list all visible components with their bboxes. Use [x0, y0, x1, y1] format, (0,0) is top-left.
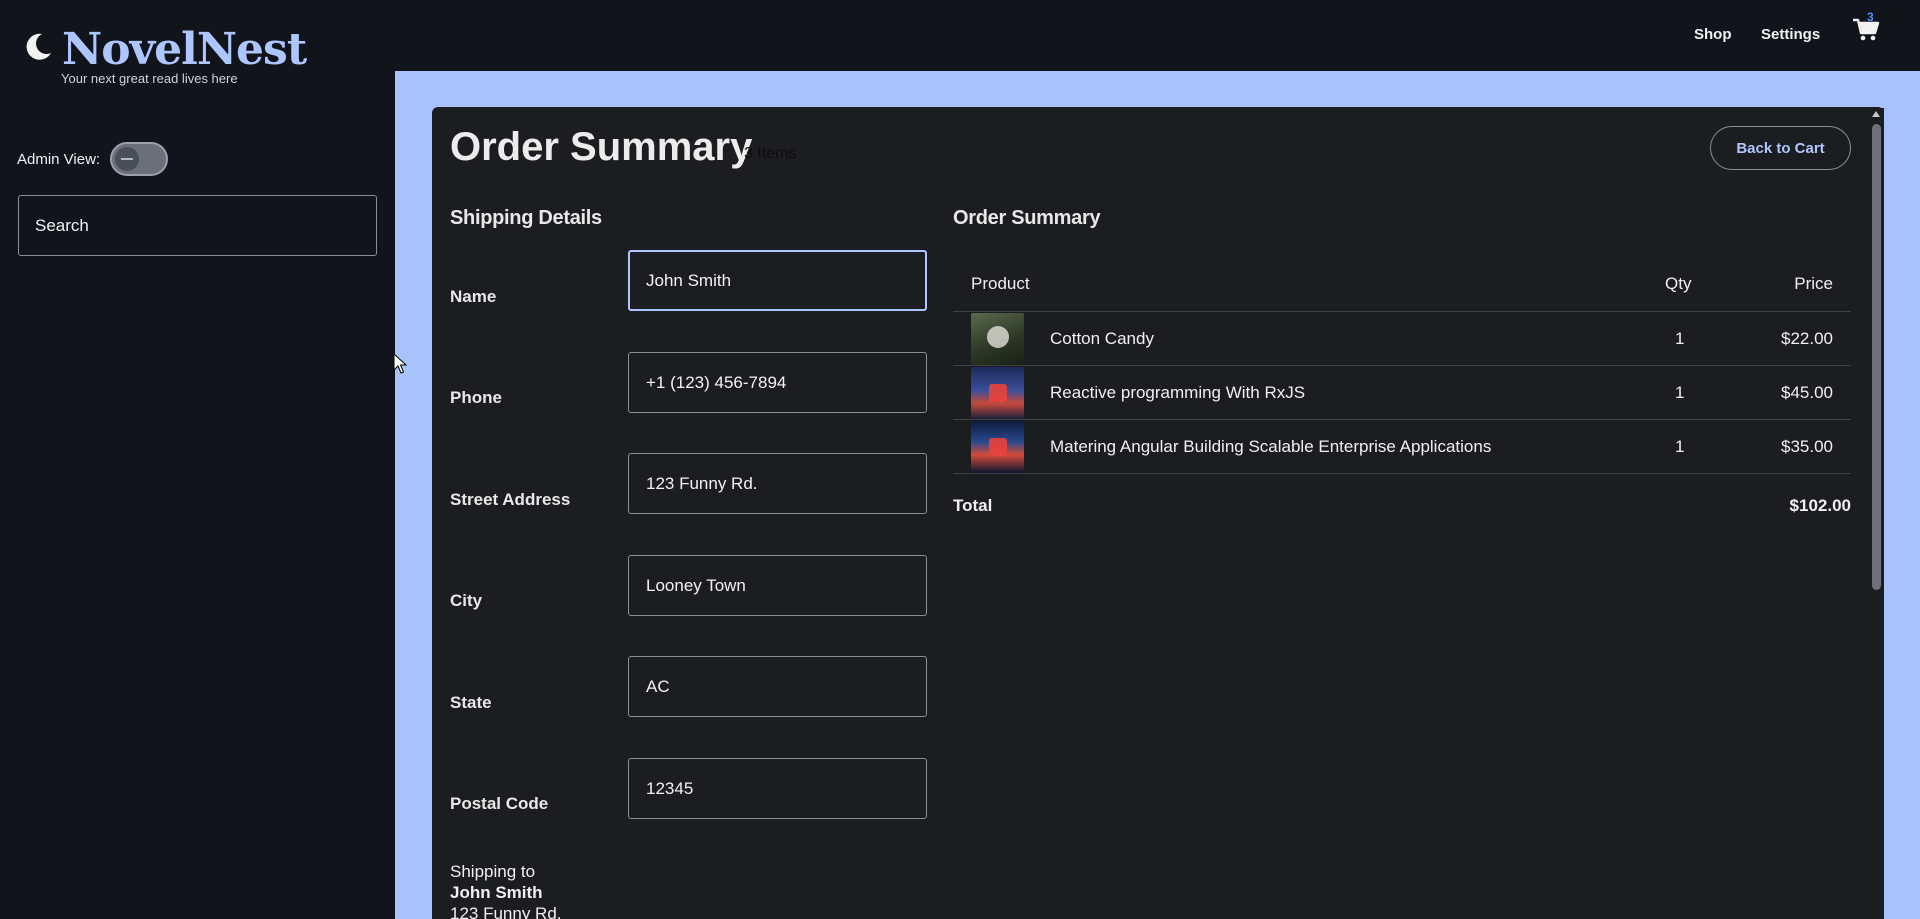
price-column-header: Price — [1794, 274, 1833, 293]
postal-code-field[interactable] — [628, 758, 927, 819]
book-cover-image — [971, 367, 1024, 419]
scroll-up-arrow-icon[interactable] — [1872, 111, 1880, 117]
toggle-knob — [115, 147, 139, 171]
shipping-to-summary: Shipping to John Smith 123 Funny Rd. — [450, 861, 562, 919]
cart-count-badge: 3 — [1867, 10, 1874, 24]
name-field[interactable] — [628, 250, 927, 311]
product-qty: 1 — [1675, 329, 1685, 348]
admin-view-toggle[interactable] — [110, 142, 168, 176]
book-cover-image — [971, 313, 1024, 365]
shipping-to-name: John Smith — [450, 883, 543, 902]
mouse-pointer-icon — [393, 353, 407, 374]
product-name: Cotton Candy — [1050, 329, 1154, 348]
order-table-header: Product Qty Price — [953, 255, 1851, 312]
order-summary-heading: Order Summary — [953, 207, 1101, 229]
product-column-header: Product — [971, 274, 1030, 293]
cart-icon[interactable] — [1851, 14, 1881, 44]
qty-column-header: Qty — [1665, 274, 1692, 293]
brand-tagline: Your next great read lives here — [61, 71, 238, 86]
table-row: Reactive programming With RxJS 1 $45.00 — [953, 366, 1851, 420]
top-bar: NovelNest Your next great read lives her… — [0, 0, 1920, 86]
phone-label: Phone — [450, 388, 502, 407]
postal-code-label: Postal Code — [450, 794, 549, 813]
table-row: Cotton Candy 1 $22.00 — [953, 312, 1851, 366]
city-label: City — [450, 591, 483, 610]
product-price: $22.00 — [1781, 329, 1833, 348]
order-total-row: Total $102.00 — [953, 474, 1851, 526]
table-row: Matering Angular Building Scalable Enter… — [953, 420, 1851, 474]
state-label: State — [450, 693, 492, 712]
admin-view-label: Admin View: — [17, 151, 101, 168]
shipping-to-street: 123 Funny Rd. — [450, 904, 562, 919]
product-name: Reactive programming With RxJS — [1050, 383, 1306, 402]
moon-icon — [26, 33, 51, 60]
nav-settings-link[interactable]: Settings — [1761, 26, 1820, 43]
item-count: 3 Items — [744, 145, 797, 162]
state-field[interactable] — [628, 656, 927, 717]
nav-shop-link[interactable]: Shop — [1694, 26, 1732, 43]
brand-name: NovelNest — [62, 24, 307, 75]
product-qty: 1 — [1675, 383, 1685, 402]
search-input[interactable] — [18, 195, 377, 256]
city-field[interactable] — [628, 555, 927, 616]
card-scrollbar[interactable] — [1869, 108, 1884, 919]
shipping-to-prefix: Shipping to — [450, 862, 536, 881]
street-address-label: Street Address — [450, 490, 571, 509]
product-price: $35.00 — [1781, 437, 1833, 456]
total-value: $102.00 — [1789, 496, 1851, 515]
page-title: Order Summary — [450, 125, 753, 169]
order-card: Order Summary 3 Items Back to Cart Shipp… — [432, 107, 1884, 919]
order-table: Product Qty Price Cotton Candy 1 $22.00 … — [953, 255, 1851, 526]
product-name: Matering Angular Building Scalable Enter… — [1050, 437, 1492, 456]
book-cover-image — [971, 421, 1024, 473]
street-address-field[interactable] — [628, 453, 927, 514]
phone-field[interactable] — [628, 352, 927, 413]
product-qty: 1 — [1675, 437, 1685, 456]
product-price: $45.00 — [1781, 383, 1833, 402]
scrollbar-thumb[interactable] — [1872, 124, 1881, 590]
back-to-cart-button[interactable]: Back to Cart — [1710, 126, 1851, 170]
name-label: Name — [450, 287, 497, 306]
shipping-details-heading: Shipping Details — [450, 207, 602, 229]
total-label: Total — [953, 496, 993, 515]
